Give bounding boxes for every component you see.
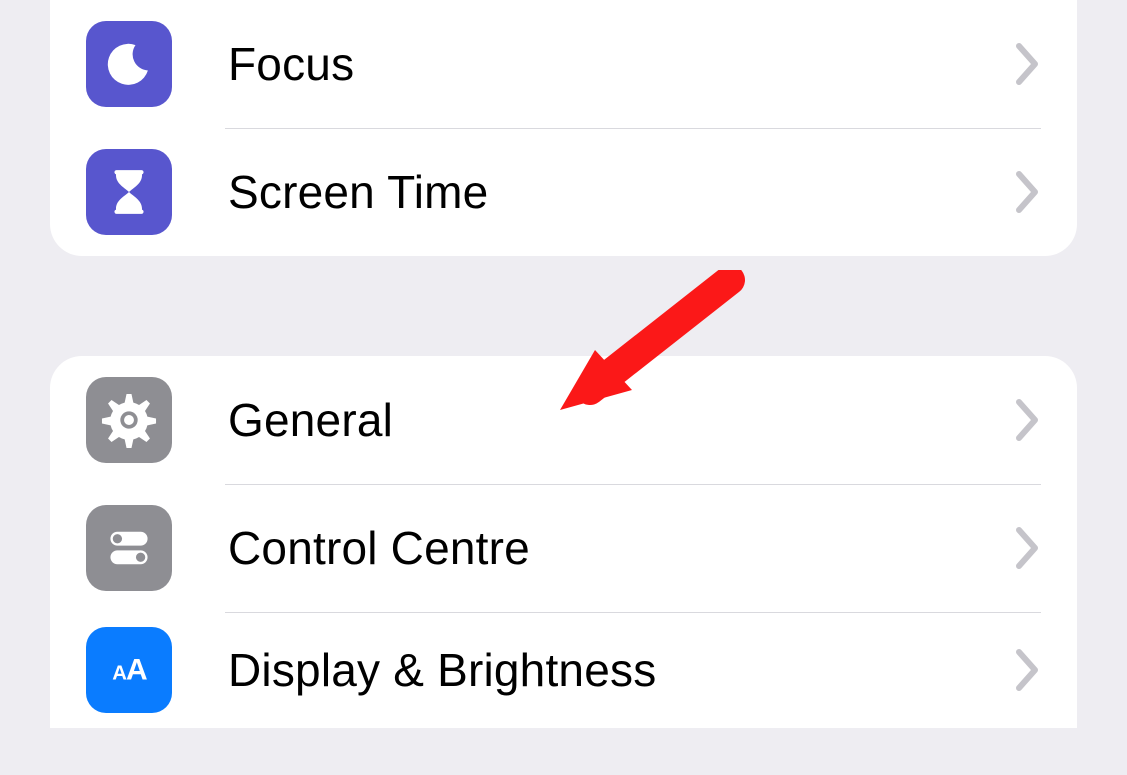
settings-group: General Control Centre A A Display & Bri… — [50, 356, 1077, 728]
settings-row-label: Control Centre — [228, 521, 1015, 575]
settings-row-label: General — [228, 393, 1015, 447]
settings-row-label: Display & Brightness — [228, 643, 1015, 697]
chevron-right-icon — [1015, 648, 1041, 692]
chevron-right-icon — [1015, 170, 1041, 214]
toggles-icon — [86, 505, 172, 591]
settings-row-screentime[interactable]: Screen Time — [50, 128, 1077, 256]
settings-row-focus[interactable]: Focus — [50, 0, 1077, 128]
settings-group: Focus Screen Time — [50, 0, 1077, 256]
settings-row-label: Screen Time — [228, 165, 1015, 219]
settings-row-label: Focus — [228, 37, 1015, 91]
settings-row-general[interactable]: General — [50, 356, 1077, 484]
moon-icon — [86, 21, 172, 107]
svg-text:A: A — [126, 654, 148, 687]
svg-text:A: A — [112, 663, 127, 685]
settings-row-displaybrightness[interactable]: A A Display & Brightness — [50, 612, 1077, 728]
hourglass-icon — [86, 149, 172, 235]
text-size-icon: A A — [86, 627, 172, 713]
chevron-right-icon — [1015, 398, 1041, 442]
chevron-right-icon — [1015, 42, 1041, 86]
gear-icon — [86, 377, 172, 463]
chevron-right-icon — [1015, 526, 1041, 570]
settings-row-controlcentre[interactable]: Control Centre — [50, 484, 1077, 612]
